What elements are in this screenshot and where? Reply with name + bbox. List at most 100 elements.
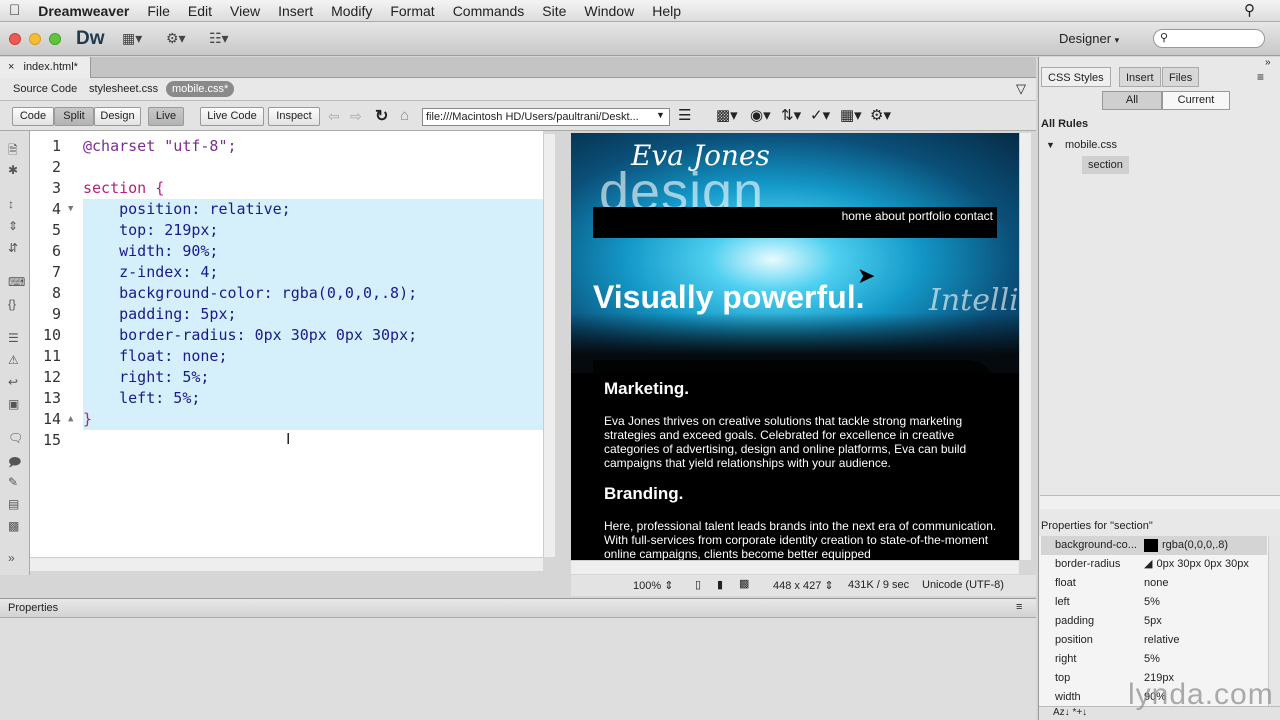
remove-comment-icon[interactable]: 🗩: [8, 453, 21, 474]
more-tools-chevron-icon[interactable]: »: [8, 551, 15, 565]
design-view-button[interactable]: Design: [94, 107, 141, 126]
code-vertical-scrollbar[interactable]: [543, 134, 555, 557]
code-horizontal-scrollbar[interactable]: [30, 557, 543, 571]
css-property-row[interactable]: float none: [1041, 574, 1267, 593]
live-code-button[interactable]: Live Code: [200, 107, 264, 126]
site-manager-icon[interactable]: ☷▾: [209, 30, 229, 47]
menu-site[interactable]: Site: [533, 3, 575, 19]
home-icon[interactable]: ⌂: [400, 107, 409, 124]
menu-modify[interactable]: Modify: [322, 3, 381, 19]
tablet-size-icon[interactable]: ▮: [717, 578, 723, 591]
tab-files[interactable]: Files: [1162, 67, 1200, 87]
help-search-input[interactable]: ⚲: [1153, 29, 1265, 48]
line-numbers-icon[interactable]: ☰: [8, 331, 19, 345]
rules-horizontal-scrollbar[interactable]: [1040, 495, 1280, 509]
panel-options-icon[interactable]: ≡: [1257, 70, 1264, 84]
w3c-validation-icon[interactable]: ✓▾: [810, 106, 830, 124]
menu-commands[interactable]: Commands: [444, 3, 534, 19]
menu-view[interactable]: View: [221, 3, 269, 19]
css-property-row[interactable]: background-co... rgba(0,0,0,.8): [1041, 536, 1267, 555]
all-mode-button[interactable]: All: [1102, 91, 1162, 110]
filter-icon[interactable]: ▽: [1016, 81, 1026, 97]
refresh-icon[interactable]: ↻: [375, 106, 388, 126]
inspect-button[interactable]: Inspect: [268, 107, 320, 126]
menu-insert[interactable]: Insert: [269, 3, 322, 19]
live-view-options-icon[interactable]: ☰: [678, 106, 691, 124]
address-dropdown-icon[interactable]: ▼: [656, 110, 665, 120]
visual-aids-icon[interactable]: ▦▾: [840, 106, 862, 124]
move-css-icon[interactable]: ▩: [8, 519, 19, 533]
close-tab-icon[interactable]: ×: [8, 61, 14, 73]
menu-window[interactable]: Window: [575, 3, 643, 19]
css-property-row[interactable]: border-radius ◢ 0px 30px 0px 30px: [1041, 555, 1267, 574]
fold-marker-icon[interactable]: ▼: [68, 199, 73, 220]
apple-icon[interactable]: : [0, 2, 29, 19]
collapse-tag-icon[interactable]: ↕: [8, 197, 14, 211]
properties-panel-header[interactable]: Properties ≡: [0, 598, 1036, 618]
related-file-stylesheet[interactable]: stylesheet.css: [89, 83, 158, 95]
phone-size-icon[interactable]: ▯: [695, 578, 701, 591]
zoom-select[interactable]: 100% ⇕: [633, 579, 673, 592]
code-editor[interactable]: 1 @charset "utf-8"; 2 3 section { 4 ▼ posit…: [30, 131, 543, 557]
live-view-button[interactable]: Live: [148, 107, 184, 126]
tab-index-html[interactable]: × index.html*: [0, 57, 91, 78]
menu-file[interactable]: File: [138, 3, 179, 19]
collapse-panels-icon[interactable]: »: [1265, 57, 1271, 68]
sort-icons[interactable]: Az↓ *+↓: [1053, 707, 1087, 718]
code-view-button[interactable]: Code: [12, 107, 54, 126]
expand-triangle-icon[interactable]: ▼: [1046, 140, 1055, 150]
extend-gear-icon[interactable]: ⚙▾: [166, 30, 186, 47]
related-file-source-code[interactable]: Source Code: [13, 83, 77, 95]
panel-menu-icon[interactable]: ≡: [1016, 601, 1022, 613]
css-property-row[interactable]: left 5%: [1041, 593, 1267, 612]
file-management-icon[interactable]: ⇅▾: [781, 106, 801, 124]
tab-insert[interactable]: Insert: [1119, 67, 1161, 87]
tab-css-styles[interactable]: CSS Styles: [1041, 67, 1111, 87]
nav-links[interactable]: home about portfolio contact: [842, 209, 993, 223]
css-property-row[interactable]: padding 5px: [1041, 612, 1267, 631]
workspace-switcher[interactable]: Designer ▾: [1059, 31, 1119, 46]
close-window-button[interactable]: [9, 33, 21, 45]
color-swatch[interactable]: [1144, 538, 1158, 552]
live-vertical-scrollbar[interactable]: [1019, 133, 1031, 560]
wrap-tag-icon[interactable]: ✎: [8, 475, 18, 489]
related-file-mobile[interactable]: mobile.css*: [166, 81, 235, 97]
live-view-pane[interactable]: design Eva Jones home about portfolio co…: [571, 133, 1019, 560]
fold-marker-icon[interactable]: ▲: [68, 409, 73, 430]
show-code-navigator-icon[interactable]: ✱: [8, 163, 18, 177]
collapse-selection-icon[interactable]: ⇕: [8, 219, 18, 233]
menu-help[interactable]: Help: [643, 3, 690, 19]
syntax-coloring-icon[interactable]: ▣: [8, 397, 19, 411]
highlight-invalid-code-icon[interactable]: ⚠: [8, 353, 19, 367]
layout-icon[interactable]: ▦▾: [122, 30, 142, 47]
menu-edit[interactable]: Edit: [179, 3, 221, 19]
app-menu[interactable]: Dreamweaver: [29, 3, 138, 19]
select-parent-tag-icon[interactable]: ⌨: [8, 275, 25, 289]
css-property-row[interactable]: position relative: [1041, 631, 1267, 650]
live-horizontal-scrollbar[interactable]: [571, 560, 1019, 574]
expand-all-icon[interactable]: ⇵: [8, 241, 18, 255]
preview-browser-icon[interactable]: ◉▾: [750, 106, 771, 124]
open-documents-icon[interactable]: 🗎: [8, 141, 18, 162]
apply-comment-icon[interactable]: 🗨: [8, 431, 23, 445]
recent-snippets-icon[interactable]: ▤: [8, 497, 19, 511]
address-bar-input[interactable]: file:///Macintosh HD/Users/paultrani/Des…: [422, 108, 670, 126]
stylesheet-node[interactable]: mobile.css: [1065, 139, 1117, 151]
balance-braces-icon[interactable]: {}: [8, 297, 16, 311]
minimize-window-button[interactable]: [29, 33, 41, 45]
window-size-select[interactable]: 448 x 427 ⇕: [773, 579, 834, 592]
forward-icon[interactable]: ⇨: [350, 108, 362, 125]
css-property-row[interactable]: right 5%: [1041, 650, 1267, 669]
menu-format[interactable]: Format: [381, 3, 443, 19]
back-icon[interactable]: ⇦: [328, 108, 340, 125]
word-wrap-icon[interactable]: ↩: [8, 375, 18, 389]
desktop-size-icon[interactable]: ▩: [739, 577, 749, 590]
rule-node-section[interactable]: section: [1082, 156, 1129, 174]
current-mode-button[interactable]: Current: [1162, 91, 1230, 110]
code-text: @charset "utf-8";: [83, 137, 237, 155]
multiscreen-icon[interactable]: ▩▾: [716, 106, 738, 124]
spotlight-search-icon[interactable]: ⚲: [1244, 1, 1255, 19]
split-view-button[interactable]: Split: [54, 107, 94, 126]
zoom-window-button[interactable]: [49, 33, 61, 45]
check-browser-icon[interactable]: ⚙▾: [870, 106, 891, 124]
